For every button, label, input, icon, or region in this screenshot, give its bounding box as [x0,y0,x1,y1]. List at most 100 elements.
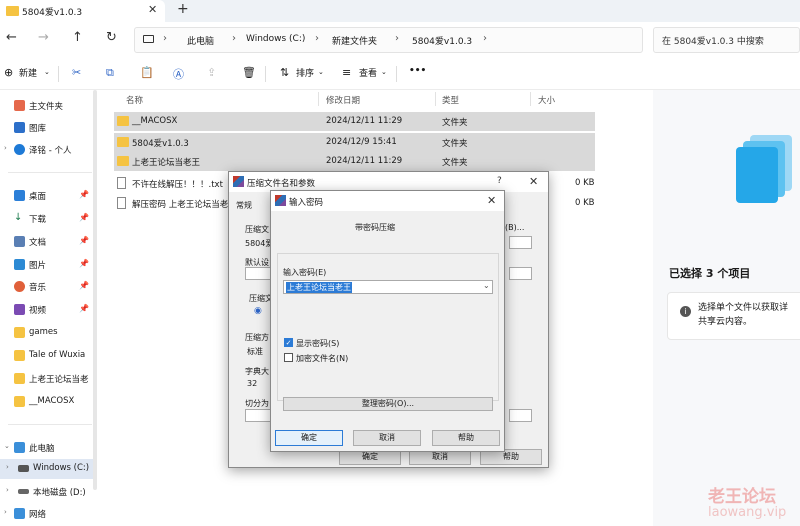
paste-icon[interactable]: 📋 [140,66,154,79]
profiles-button[interactable] [245,267,273,280]
sidebar-item-gallery[interactable]: 图库 [0,118,96,138]
collapse-arrow-icon[interactable]: ⌄ [4,442,10,450]
close-icon[interactable]: ✕ [487,194,496,207]
organize-passwords-button[interactable]: 整理密码(O)... [283,397,493,411]
copy-icon[interactable]: ⧉ [106,66,114,80]
back-arrow-icon[interactable]: ← [6,30,17,45]
split-volumes-input[interactable] [245,409,273,422]
share-icon[interactable]: ⇪ [207,66,216,79]
download-icon: ↓ [14,213,25,224]
breadcrumb-this-pc[interactable]: 此电脑 [187,34,214,47]
forward-arrow-icon[interactable]: → [38,30,49,45]
table-row[interactable]: 上老王论坛当老王 2024/12/11 11:29 文件夹 [114,152,595,171]
pin-icon: 📌 [79,281,89,290]
sidebar-item-desktop[interactable]: 桌面 📌 [0,186,96,206]
sidebar-item-drive-c[interactable]: › Windows (C:) [0,459,96,479]
rename-icon[interactable]: Ⓐ [173,66,184,82]
sidebar-item-onedrive[interactable]: › 泽铭 - 个人 [0,140,96,160]
tab-current[interactable]: 5804爱v1.0.3 ✕ [0,0,165,22]
breadcrumb-drive-c[interactable]: Windows (C:) [246,34,305,44]
archive-name-dropdown[interactable] [509,236,532,249]
sidebar-scrollbar[interactable] [93,90,97,490]
sidebar-item-label: 视频 [29,306,47,316]
winrar-icon [275,195,286,206]
breadcrumb-current[interactable]: 5804爱v1.0.3 [412,34,472,47]
expand-arrow-icon[interactable]: › [6,463,9,471]
password-header: 带密码压缩 [355,223,395,232]
help-icon[interactable]: ? [497,176,502,186]
divider [58,66,59,82]
refresh-icon[interactable]: ↻ [106,30,117,45]
sidebar-item-macosx[interactable]: __MACOSX [0,392,96,412]
sidebar-item-downloads[interactable]: ↓ 下载 📌 [0,209,96,229]
divider [435,92,436,106]
dictionary-size-value: 32 [247,379,258,388]
show-password-checkbox[interactable]: ✓ [284,338,293,347]
expand-arrow-icon[interactable]: › [4,144,7,152]
sidebar-item-label: 下载 [29,215,47,225]
sidebar-item-games[interactable]: games [0,323,96,343]
ok-button[interactable]: 确定 [275,430,343,446]
divider [530,92,531,106]
desktop-icon [14,190,25,201]
column-header-date[interactable]: 修改日期 [326,94,360,106]
expand-arrow-icon[interactable]: › [6,486,9,494]
sidebar-item-documents[interactable]: 文档 📌 [0,232,96,252]
password-input[interactable]: 上老王论坛当老王 ⌄ [283,280,493,294]
folder-icon [117,116,129,126]
sidebar-item-label: 图片 [29,261,47,271]
new-tab-button[interactable]: + [177,1,189,17]
divider [396,66,397,82]
gallery-icon [14,122,25,133]
chevron-down-icon[interactable]: ⌄ [483,281,490,290]
chevron-right-icon: › [232,33,236,44]
sort-button[interactable]: 排序 [296,66,314,79]
up-arrow-icon[interactable]: ↑ [72,30,83,45]
options-field[interactable] [509,409,532,422]
sidebar-item-network[interactable]: › 网络 [0,504,96,524]
delete-icon[interactable]: 🗑 [242,66,256,79]
show-password-label: 显示密码(S) [296,339,340,348]
table-row[interactable]: __MACOSX 2024/12/11 11:29 文件夹 [114,112,595,131]
sidebar-item-label: 文档 [29,238,47,248]
column-header-name[interactable]: 名称 [126,94,143,106]
cut-icon[interactable]: ✂ [72,66,81,79]
breadcrumb-new-folder[interactable]: 新建文件夹 [332,34,377,47]
sidebar-item-tale-of-wuxia[interactable]: Tale of Wuxia [0,346,96,366]
sidebar-item-videos[interactable]: 视频 📌 [0,300,96,320]
sidebar-item-this-pc[interactable]: ⌄ 此电脑 [0,438,96,458]
chevron-right-icon: › [395,33,399,44]
pin-icon: 📌 [79,236,89,245]
more-options-icon[interactable]: ••• [409,66,426,76]
address-bar[interactable]: › 此电脑 › Windows (C:) › 新建文件夹 › 5804爱v1.0… [134,27,643,53]
browse-button[interactable]: (B)... [505,223,524,232]
new-button[interactable]: 新建 [19,66,37,79]
sidebar-item-laowang[interactable]: 上老王论坛当老 [0,369,96,389]
navigation-pane: 主文件夹 图库 › 泽铭 - 个人 桌面 📌 ↓ 下载 📌 文档 📌 图片 📌 … [0,90,97,526]
file-size: 0 KB [575,178,595,188]
cancel-button[interactable]: 取消 [353,430,421,446]
divider [318,92,319,106]
column-header-type[interactable]: 类型 [442,94,459,106]
expand-arrow-icon[interactable]: › [4,508,7,516]
encrypt-filenames-checkbox[interactable] [284,353,293,362]
chevron-right-icon: › [163,33,167,44]
help-button[interactable]: 帮助 [432,430,500,446]
close-icon[interactable]: ✕ [529,175,538,188]
column-header-size[interactable]: 大小 [538,94,555,106]
file-name: 不许在线解压！！！.txt [132,180,223,190]
sidebar-item-pictures[interactable]: 图片 📌 [0,255,96,275]
sidebar-item-drive-d[interactable]: › 本地磁盘 (D:) [0,482,96,502]
divider [8,424,92,425]
chevron-down-icon: ⌄ [44,68,50,76]
home-icon [14,100,25,111]
sidebar-item-home[interactable]: 主文件夹 [0,96,96,116]
view-button[interactable]: 查看 [359,66,377,79]
sidebar-item-music[interactable]: 音乐 📌 [0,277,96,297]
update-mode-dropdown[interactable] [509,267,532,280]
format-radio[interactable]: ◉ [254,306,262,316]
search-input[interactable]: 在 5804爱v1.0.3 中搜索 [653,27,800,53]
tab-general[interactable]: 常规 [236,200,252,211]
table-row[interactable]: 5804爱v1.0.3 2024/12/9 15:41 文件夹 [114,133,595,152]
tab-close-button[interactable]: ✕ [148,3,157,16]
